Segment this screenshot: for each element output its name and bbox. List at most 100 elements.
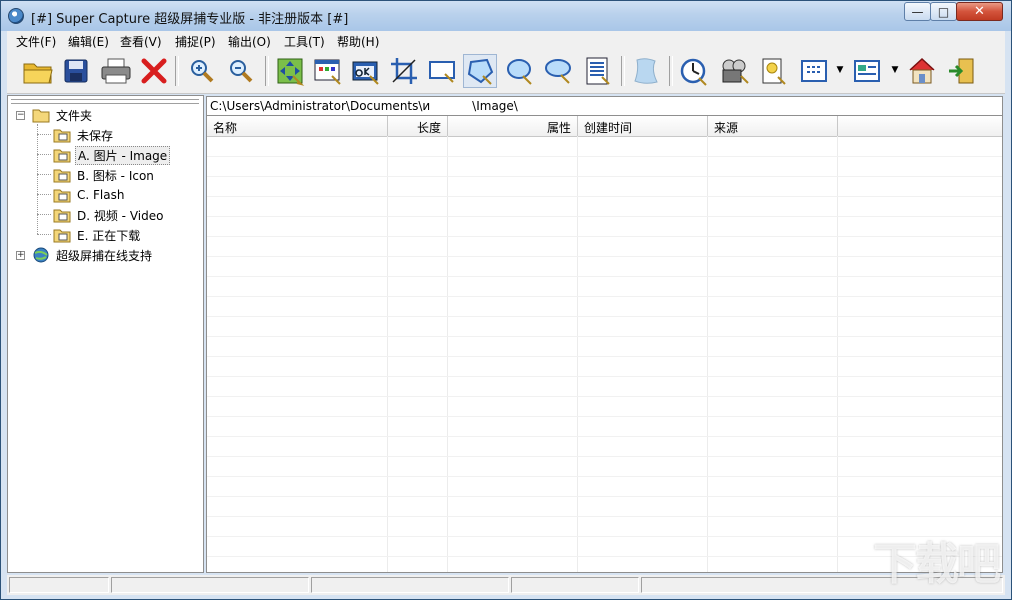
tree-expand-toggle[interactable]: + [16, 251, 25, 260]
capture-region-icon[interactable] [425, 54, 459, 88]
grid-line [207, 236, 1002, 237]
printer-icon[interactable] [99, 54, 133, 88]
view-grid-dropdown-icon[interactable]: ▼ [835, 65, 845, 75]
app-logo-icon[interactable] [8, 8, 24, 24]
menu-output[interactable]: 输出(O) [228, 33, 271, 50]
capture-freehand-icon[interactable] [629, 54, 663, 88]
view-list-dropdown-icon[interactable]: ▼ [890, 65, 900, 75]
light-capture-icon[interactable] [757, 54, 791, 88]
capture-scroll-icon[interactable] [581, 54, 615, 88]
menu-bar: 文件(F) 编辑(E) 查看(V) 捕捉(P) 输出(O) 工具(T) 帮助(H… [7, 31, 1005, 52]
capture-folder-icon [53, 229, 71, 243]
view-list-icon[interactable] [850, 54, 884, 88]
capture-folder-icon [53, 149, 71, 163]
toolbar-separator [669, 56, 673, 86]
title-bar[interactable]: [#] Super Capture 超级屏捕专业版 - 非注册版本 [#] — … [1, 1, 1011, 31]
capture-round-icon[interactable] [541, 54, 575, 88]
column-header-name[interactable]: 名称 [207, 116, 388, 136]
tree-item-label: C. Flash [77, 188, 125, 202]
status-pane [9, 577, 109, 593]
watermark-text: 下载吧 [873, 539, 1001, 590]
column-header-source[interactable]: 来源 [708, 116, 838, 136]
grid-line [207, 536, 1002, 537]
capture-move-icon[interactable] [273, 54, 307, 88]
tree-item-online-support[interactable]: 超级屏捕在线支持 [32, 245, 154, 265]
grid-line [207, 496, 1002, 497]
folder-icon [32, 109, 50, 123]
tree-item-folders[interactable]: 文件夹 [32, 105, 94, 125]
video-capture-icon[interactable] [717, 54, 751, 88]
grid-line [207, 276, 1002, 277]
grid-line [207, 256, 1002, 257]
status-pane [511, 577, 639, 593]
grid-line [207, 476, 1002, 477]
list-header: 名称 长度 属性 创建时间 来源 [207, 116, 1002, 137]
grid-line [207, 516, 1002, 517]
capture-window-icon[interactable] [311, 54, 345, 88]
grid-line [207, 176, 1002, 177]
panel-grip[interactable] [11, 99, 199, 104]
menu-tools[interactable]: 工具(T) [284, 33, 325, 50]
column-header-attributes[interactable]: 属性 [448, 116, 578, 136]
app-window: [#] Super Capture 超级屏捕专业版 - 非注册版本 [#] — … [0, 0, 1012, 600]
grid-line [207, 376, 1002, 377]
grid-line [207, 156, 1002, 157]
tree-item-unsaved[interactable]: 未保存 [53, 125, 115, 145]
file-list[interactable]: 名称 长度 属性 创建时间 来源 [206, 116, 1003, 573]
tree-item-label: E. 正在下载 [77, 228, 141, 243]
path-bar[interactable]: C:\Users\Administrator\Documents\и \Imag… [206, 96, 1003, 116]
column-header-size[interactable]: 长度 [388, 116, 448, 136]
home-icon[interactable] [905, 54, 939, 88]
watermark-logo: 下载吧 [873, 541, 1005, 599]
view-grid-icon[interactable] [797, 54, 831, 88]
tree-item-flash[interactable]: C. Flash [53, 185, 126, 205]
tree-item-video[interactable]: D. 视频 - Video [53, 205, 165, 225]
grid-line [207, 456, 1002, 457]
capture-polygon-icon[interactable] [463, 54, 497, 88]
exit-door-icon[interactable] [945, 54, 979, 88]
tree-item-label: A. 图片 - Image [75, 145, 171, 165]
column-header-created[interactable]: 创建时间 [578, 116, 708, 136]
status-bar [7, 575, 1005, 595]
capture-folder-icon [53, 169, 71, 183]
timer-capture-icon[interactable] [677, 54, 711, 88]
grid-line [207, 396, 1002, 397]
menu-edit[interactable]: 编辑(E) [68, 33, 109, 50]
toolbar-separator [621, 56, 625, 86]
save-disk-icon[interactable] [59, 54, 93, 88]
maximize-button[interactable]: □ [930, 2, 957, 21]
tree-item-image[interactable]: A. 图片 - Image [53, 145, 171, 165]
tree-item-label: 超级屏捕在线支持 [56, 248, 153, 263]
tree-collapse-toggle[interactable]: − [16, 111, 25, 120]
delete-x-icon[interactable] [137, 54, 171, 88]
minimize-button[interactable]: — [904, 2, 931, 21]
open-folder-icon[interactable] [21, 54, 55, 88]
capture-ellipse-icon[interactable] [503, 54, 537, 88]
toolbar-separator [175, 56, 179, 86]
capture-crop-icon[interactable] [387, 54, 421, 88]
grid-line [207, 416, 1002, 417]
tree-item-downloading[interactable]: E. 正在下载 [53, 225, 142, 245]
zoom-in-icon[interactable] [185, 54, 219, 88]
capture-folder-icon [53, 129, 71, 143]
menu-file[interactable]: 文件(F) [16, 33, 56, 50]
tree-item-icon[interactable]: B. 图标 - Icon [53, 165, 156, 185]
toolbar-separator [265, 56, 269, 86]
menu-help[interactable]: 帮助(H) [337, 33, 379, 50]
capture-folder-icon [53, 189, 71, 203]
tree-item-label: D. 视频 - Video [77, 208, 164, 223]
folder-tree-panel[interactable]: − 文件夹 未保存 A. 图片 - Image B. 图标 - Icon C. … [7, 95, 204, 573]
grid-line [207, 296, 1002, 297]
capture-ok-icon[interactable] [349, 54, 383, 88]
zoom-out-icon[interactable] [224, 54, 258, 88]
menu-capture[interactable]: 捕捉(P) [175, 33, 216, 50]
toolbar: ▼ ▼ [7, 51, 1005, 94]
tree-item-label: B. 图标 - Icon [77, 168, 154, 183]
menu-view[interactable]: 查看(V) [120, 33, 162, 50]
status-pane [311, 577, 509, 593]
close-button[interactable]: ✕ [956, 2, 1003, 21]
window-title: [#] Super Capture 超级屏捕专业版 - 非注册版本 [#] [31, 12, 349, 27]
grid-line [207, 216, 1002, 217]
capture-folder-icon [53, 209, 71, 223]
grid-line [207, 196, 1002, 197]
